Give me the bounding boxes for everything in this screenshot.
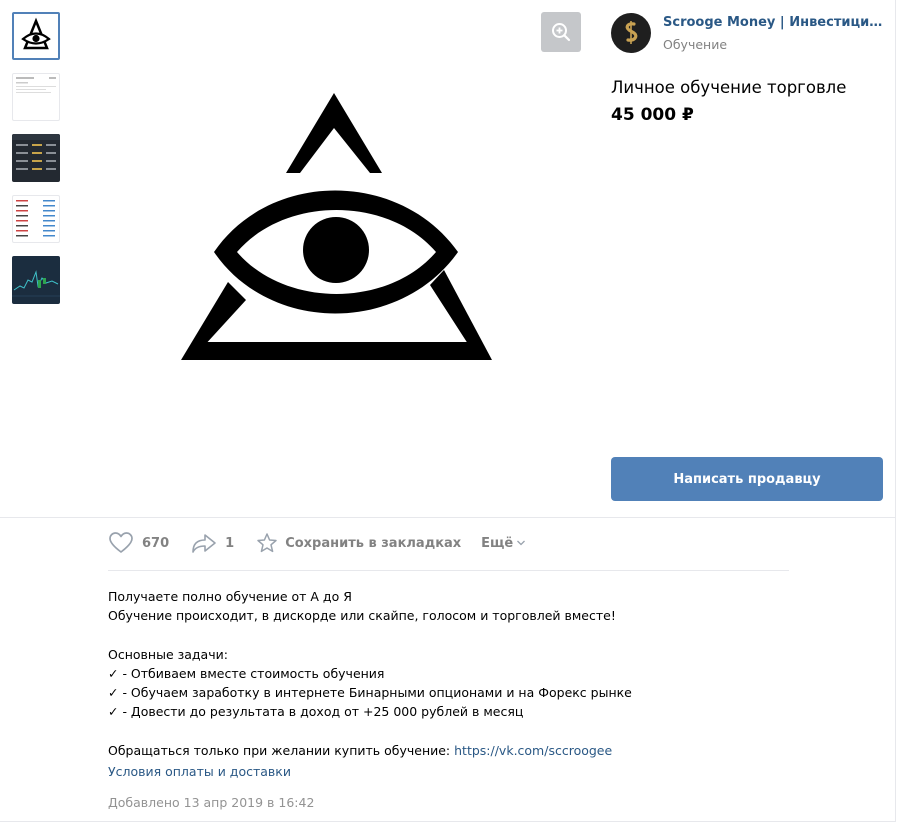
thumbnail-strip [12, 12, 60, 317]
seller-avatar[interactable] [611, 13, 651, 53]
added-date: Добавлено 13 апр 2019 в 16:42 [108, 795, 315, 810]
description-line: ✓ - Отбиваем вместе стоимость обучения [108, 665, 385, 681]
contact-url-link[interactable]: https://vk.com/sccroogee [454, 743, 612, 758]
product-description: Получаете полно обучение от А до Я Обуче… [108, 587, 798, 760]
description-line [108, 721, 798, 740]
contact-seller-button[interactable]: Написать продавцу [611, 457, 883, 501]
bookmark-label: Сохранить в закладках [285, 535, 462, 551]
description-line: ✓ - Довести до результата в доход от +25… [108, 704, 524, 720]
thumbnail-dark-trading-screenshot[interactable] [12, 134, 60, 182]
description-contact-line: Обращаться только при желании купить обу… [108, 741, 798, 760]
share-button[interactable]: 1 [191, 532, 234, 554]
actions-bar: 670 1 Сохранить в закладках Ещё [108, 530, 526, 556]
like-count: 670 [142, 535, 170, 551]
chevron-down-icon [517, 540, 526, 546]
like-button[interactable]: 670 [108, 531, 169, 555]
share-count: 1 [225, 535, 235, 551]
description-line: Обучение происходит, в дискорде или скай… [108, 608, 616, 624]
thumbnail-table-screenshot[interactable] [12, 73, 60, 121]
more-label: Ещё [481, 535, 514, 551]
description-line [108, 625, 798, 644]
seller-name-link[interactable]: Scrooge Money | Инвестиции и … [663, 15, 885, 30]
bookmark-button[interactable]: Сохранить в закладках [256, 532, 461, 554]
share-icon [192, 534, 216, 553]
eye-pyramid-logo [181, 93, 492, 360]
product-main-image[interactable] [70, 0, 600, 512]
seller-category: Обучение [663, 37, 728, 52]
thumbnail-chart-screenshot[interactable] [12, 256, 60, 304]
payment-delivery-terms-link[interactable]: Условия оплаты и доставки [108, 764, 291, 779]
contact-text: Обращаться только при желании купить обу… [108, 742, 455, 758]
divider [108, 570, 789, 571]
heart-icon [109, 532, 133, 553]
description-line: Основные задачи: [108, 646, 228, 662]
divider [0, 517, 896, 518]
more-dropdown[interactable]: Ещё [481, 536, 526, 551]
thumbnail-list-screenshot[interactable] [12, 195, 60, 243]
product-page: Scrooge Money | Инвестиции и … Обучение … [0, 0, 896, 822]
product-price: 45 000 ₽ [611, 105, 694, 125]
seller-block: Scrooge Money | Инвестиции и … Обучение [611, 12, 886, 54]
zoom-button[interactable] [541, 12, 581, 52]
thumbnail-eye-logo[interactable] [12, 12, 60, 60]
product-title: Личное обучение торговле [611, 78, 847, 97]
description-line: ✓ - Обучаем заработку в интернете Бинарн… [108, 684, 632, 700]
star-icon [257, 533, 277, 553]
description-line: Получаете полно обучение от А до Я [108, 589, 352, 604]
zoom-in-icon [552, 23, 571, 42]
